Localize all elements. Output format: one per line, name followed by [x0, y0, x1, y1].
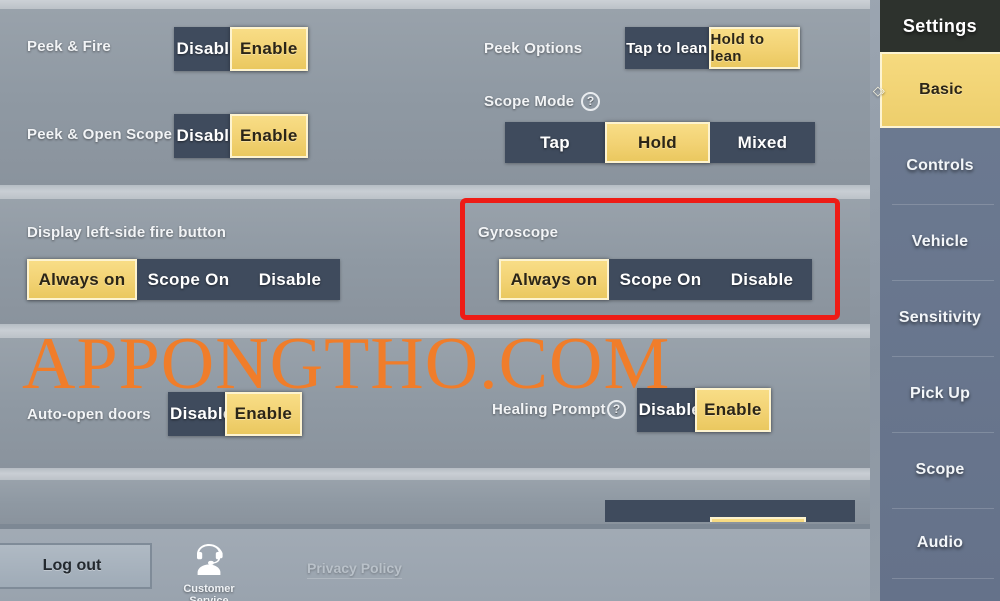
sidebar-item-audio[interactable]: Audio: [880, 508, 1000, 578]
scope-mode-option-hold[interactable]: Hold: [605, 122, 710, 163]
healing-prompt-option-disable[interactable]: Disable: [637, 388, 703, 432]
section-divider-2: [0, 324, 870, 338]
peek-fire-label: Peek & Fire: [27, 38, 111, 55]
settings-content-panel: Peek & Fire Disable Enable Peek & Open S…: [0, 0, 870, 601]
gyroscope-label: Gyroscope: [478, 224, 559, 241]
left-fire-button-toggle[interactable]: Always on Scope On Disable: [27, 259, 340, 300]
sidebar-separator: [892, 432, 994, 433]
sidebar-item-label: Vehicle: [911, 233, 969, 250]
pubg-settings-screen: Peek & Fire Disable Enable Peek & Open S…: [0, 0, 1000, 601]
sidebar-item-sensitivity[interactable]: Sensitivity: [880, 280, 1000, 356]
sidebar-item-label: Basic: [919, 81, 963, 98]
peek-fire-toggle[interactable]: Disable Enable: [174, 27, 308, 71]
sidebar-separator: [892, 578, 994, 579]
left-fire-button-option-disable[interactable]: Disable: [240, 259, 340, 300]
auto-open-doors-option-enable[interactable]: Enable: [224, 392, 302, 436]
scope-mode-option-tap[interactable]: Tap: [505, 122, 605, 163]
peek-options-label: Peek Options: [484, 40, 583, 57]
peek-open-scope-toggle[interactable]: Disable Enable: [174, 114, 308, 158]
scope-mode-label: Scope Mode: [484, 93, 575, 110]
left-fire-button-option-always-on[interactable]: Always on: [27, 259, 137, 300]
peek-open-scope-label: Peek & Open Scope: [27, 126, 173, 143]
section-divider-1: [0, 185, 870, 199]
gyroscope-toggle[interactable]: Always on Scope On Disable: [499, 259, 812, 300]
peek-open-scope-option-enable[interactable]: Enable: [229, 114, 308, 158]
panel-top-edge: [0, 0, 870, 9]
sidebar-separator: [892, 204, 994, 205]
scope-mode-toggle[interactable]: Tap Hold Mixed: [505, 122, 815, 163]
left-fire-button-label: Display left-side fire button: [27, 224, 227, 241]
privacy-policy-link[interactable]: Privacy Policy: [307, 560, 402, 579]
footer-top-line: [0, 524, 870, 529]
left-fire-button-option-scope-on[interactable]: Scope On: [137, 259, 240, 300]
customer-service-label: Customer Service: [183, 583, 235, 601]
cutoff-selected-option[interactable]: [710, 517, 806, 522]
sidebar-collapse-handle-icon[interactable]: ◇›: [865, 78, 891, 104]
logout-button[interactable]: Log out: [0, 543, 152, 589]
sidebar-item-scope[interactable]: Scope: [880, 432, 1000, 508]
peek-options-toggle[interactable]: Tap to lean Hold to lean: [625, 27, 800, 69]
footer-bar: Log out Customer Service: [0, 524, 870, 601]
peek-options-option-hold-to-lean[interactable]: Hold to lean: [708, 27, 800, 69]
sidebar-separator: [892, 280, 994, 281]
customer-service-icon: [197, 544, 223, 575]
auto-open-doors-label: Auto-open doors: [27, 406, 151, 423]
healing-prompt-label: Healing Prompt: [492, 401, 606, 418]
customer-service-button[interactable]: Customer Service: [163, 541, 255, 601]
sidebar-item-label: Pick Up: [909, 385, 971, 402]
sidebar-item-label: Audio: [916, 534, 964, 551]
sidebar-item-basic[interactable]: Basic: [880, 52, 1000, 128]
healing-prompt-toggle[interactable]: Disable Enable: [637, 388, 771, 432]
peek-fire-option-enable[interactable]: Enable: [229, 27, 308, 71]
sidebar-item-label: Sensitivity: [898, 309, 982, 326]
settings-sidebar: Settings Basic Controls Vehicle Sensitiv…: [880, 0, 1000, 601]
peek-options-option-tap-to-lean[interactable]: Tap to lean: [625, 27, 709, 69]
sidebar-title: Settings: [880, 0, 1000, 52]
sidebar-separator: [892, 508, 994, 509]
healing-prompt-option-enable[interactable]: Enable: [694, 388, 771, 432]
sidebar-item-quick-chat[interactable]: Quick Chat: [880, 578, 1000, 601]
gyroscope-option-disable[interactable]: Disable: [712, 259, 812, 300]
cutoff-toggle-row[interactable]: [605, 500, 855, 522]
gyroscope-option-scope-on[interactable]: Scope On: [609, 259, 712, 300]
scope-mode-help-icon[interactable]: ?: [581, 92, 600, 111]
sidebar-item-label: Scope: [915, 461, 965, 478]
sidebar-item-controls[interactable]: Controls: [880, 128, 1000, 204]
scope-mode-option-mixed[interactable]: Mixed: [710, 122, 815, 163]
section-divider-3: [0, 468, 870, 480]
sidebar-item-vehicle[interactable]: Vehicle: [880, 204, 1000, 280]
sidebar-item-label: Controls: [906, 157, 974, 174]
auto-open-doors-toggle[interactable]: Disable Enable: [168, 392, 302, 436]
sidebar-item-pick-up[interactable]: Pick Up: [880, 356, 1000, 432]
gyroscope-option-always-on[interactable]: Always on: [499, 259, 609, 300]
sidebar-separator: [892, 356, 994, 357]
healing-prompt-help-icon[interactable]: ?: [607, 400, 626, 419]
